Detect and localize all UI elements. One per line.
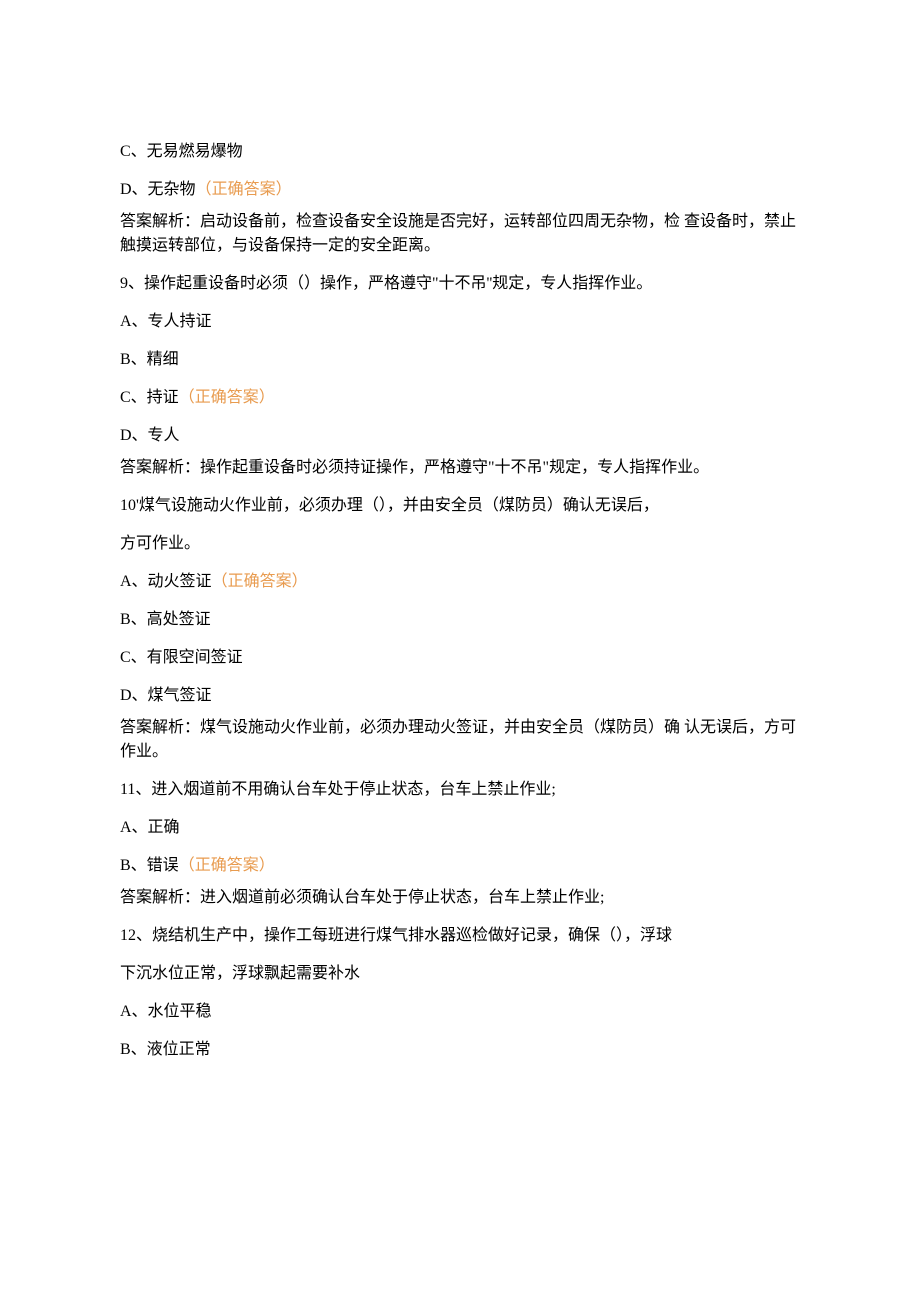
q9-correct-answer-label: （正确答案）	[179, 389, 275, 406]
q10-option-c: C、有限空间签证	[120, 646, 800, 670]
q12-option-a: A、水位平稳	[120, 1000, 800, 1024]
q11-option-b-text: B、错误	[120, 857, 179, 874]
q9-option-c: C、持证（正确答案）	[120, 386, 800, 410]
q9-explanation: 答案解析：操作起重设备时必须持证操作，严格遵守"十不吊"规定，专人指挥作业。	[120, 456, 800, 480]
q8-option-d: D、无杂物（正确答案）	[120, 178, 800, 202]
q10-question-line2: 方可作业。	[120, 532, 800, 556]
q10-correct-answer-label: （正确答案）	[212, 573, 308, 590]
q12-question-line1: 12、烧结机生产中，操作工每班进行煤气排水器巡检做好记录，确保（），浮球	[120, 924, 800, 948]
q11-option-a: A、正确	[120, 816, 800, 840]
q11-option-b: B、错误（正确答案）	[120, 854, 800, 878]
q9-option-d: D、专人	[120, 424, 800, 448]
q11-correct-answer-label: （正确答案）	[179, 857, 275, 874]
q12-question-line2: 下沉水位正常，浮球飘起需要补水	[120, 962, 800, 986]
q11-explanation: 答案解析：进入烟道前必须确认台车处于停止状态，台车上禁止作业;	[120, 886, 800, 910]
q8-correct-answer-label: （正确答案）	[196, 181, 292, 198]
q9-question: 9、操作起重设备时必须（）操作，严格遵守"十不吊''规定，专人指挥作业。	[120, 272, 800, 296]
q10-option-b: B、高处签证	[120, 608, 800, 632]
q10-question-line1: 10'煤气设施动火作业前，必须办理（），并由安全员（煤防员）确认无误后，	[120, 494, 800, 518]
q10-option-a-text: A、动火签证	[120, 573, 212, 590]
q8-option-d-text: D、无杂物	[120, 181, 196, 198]
q12-option-b: B、液位正常	[120, 1038, 800, 1062]
q11-question: 11、进入烟道前不用确认台车处于停止状态，台车上禁止作业;	[120, 778, 800, 802]
q10-option-a: A、动火签证（正确答案）	[120, 570, 800, 594]
q9-option-c-text: C、持证	[120, 389, 179, 406]
q10-option-d: D、煤气签证	[120, 684, 800, 708]
q9-option-a: A、专人持证	[120, 310, 800, 334]
q10-explanation: 答案解析：煤气设施动火作业前，必须办理动火签证，并由安全员（煤防员）确 认无误后…	[120, 716, 800, 764]
q8-option-c: C、无易燃易爆物	[120, 140, 800, 164]
q8-explanation: 答案解析：启动设备前，检查设备安全设施是否完好，运转部位四周无杂物，检 查设备时…	[120, 210, 800, 258]
q9-option-b: B、精细	[120, 348, 800, 372]
